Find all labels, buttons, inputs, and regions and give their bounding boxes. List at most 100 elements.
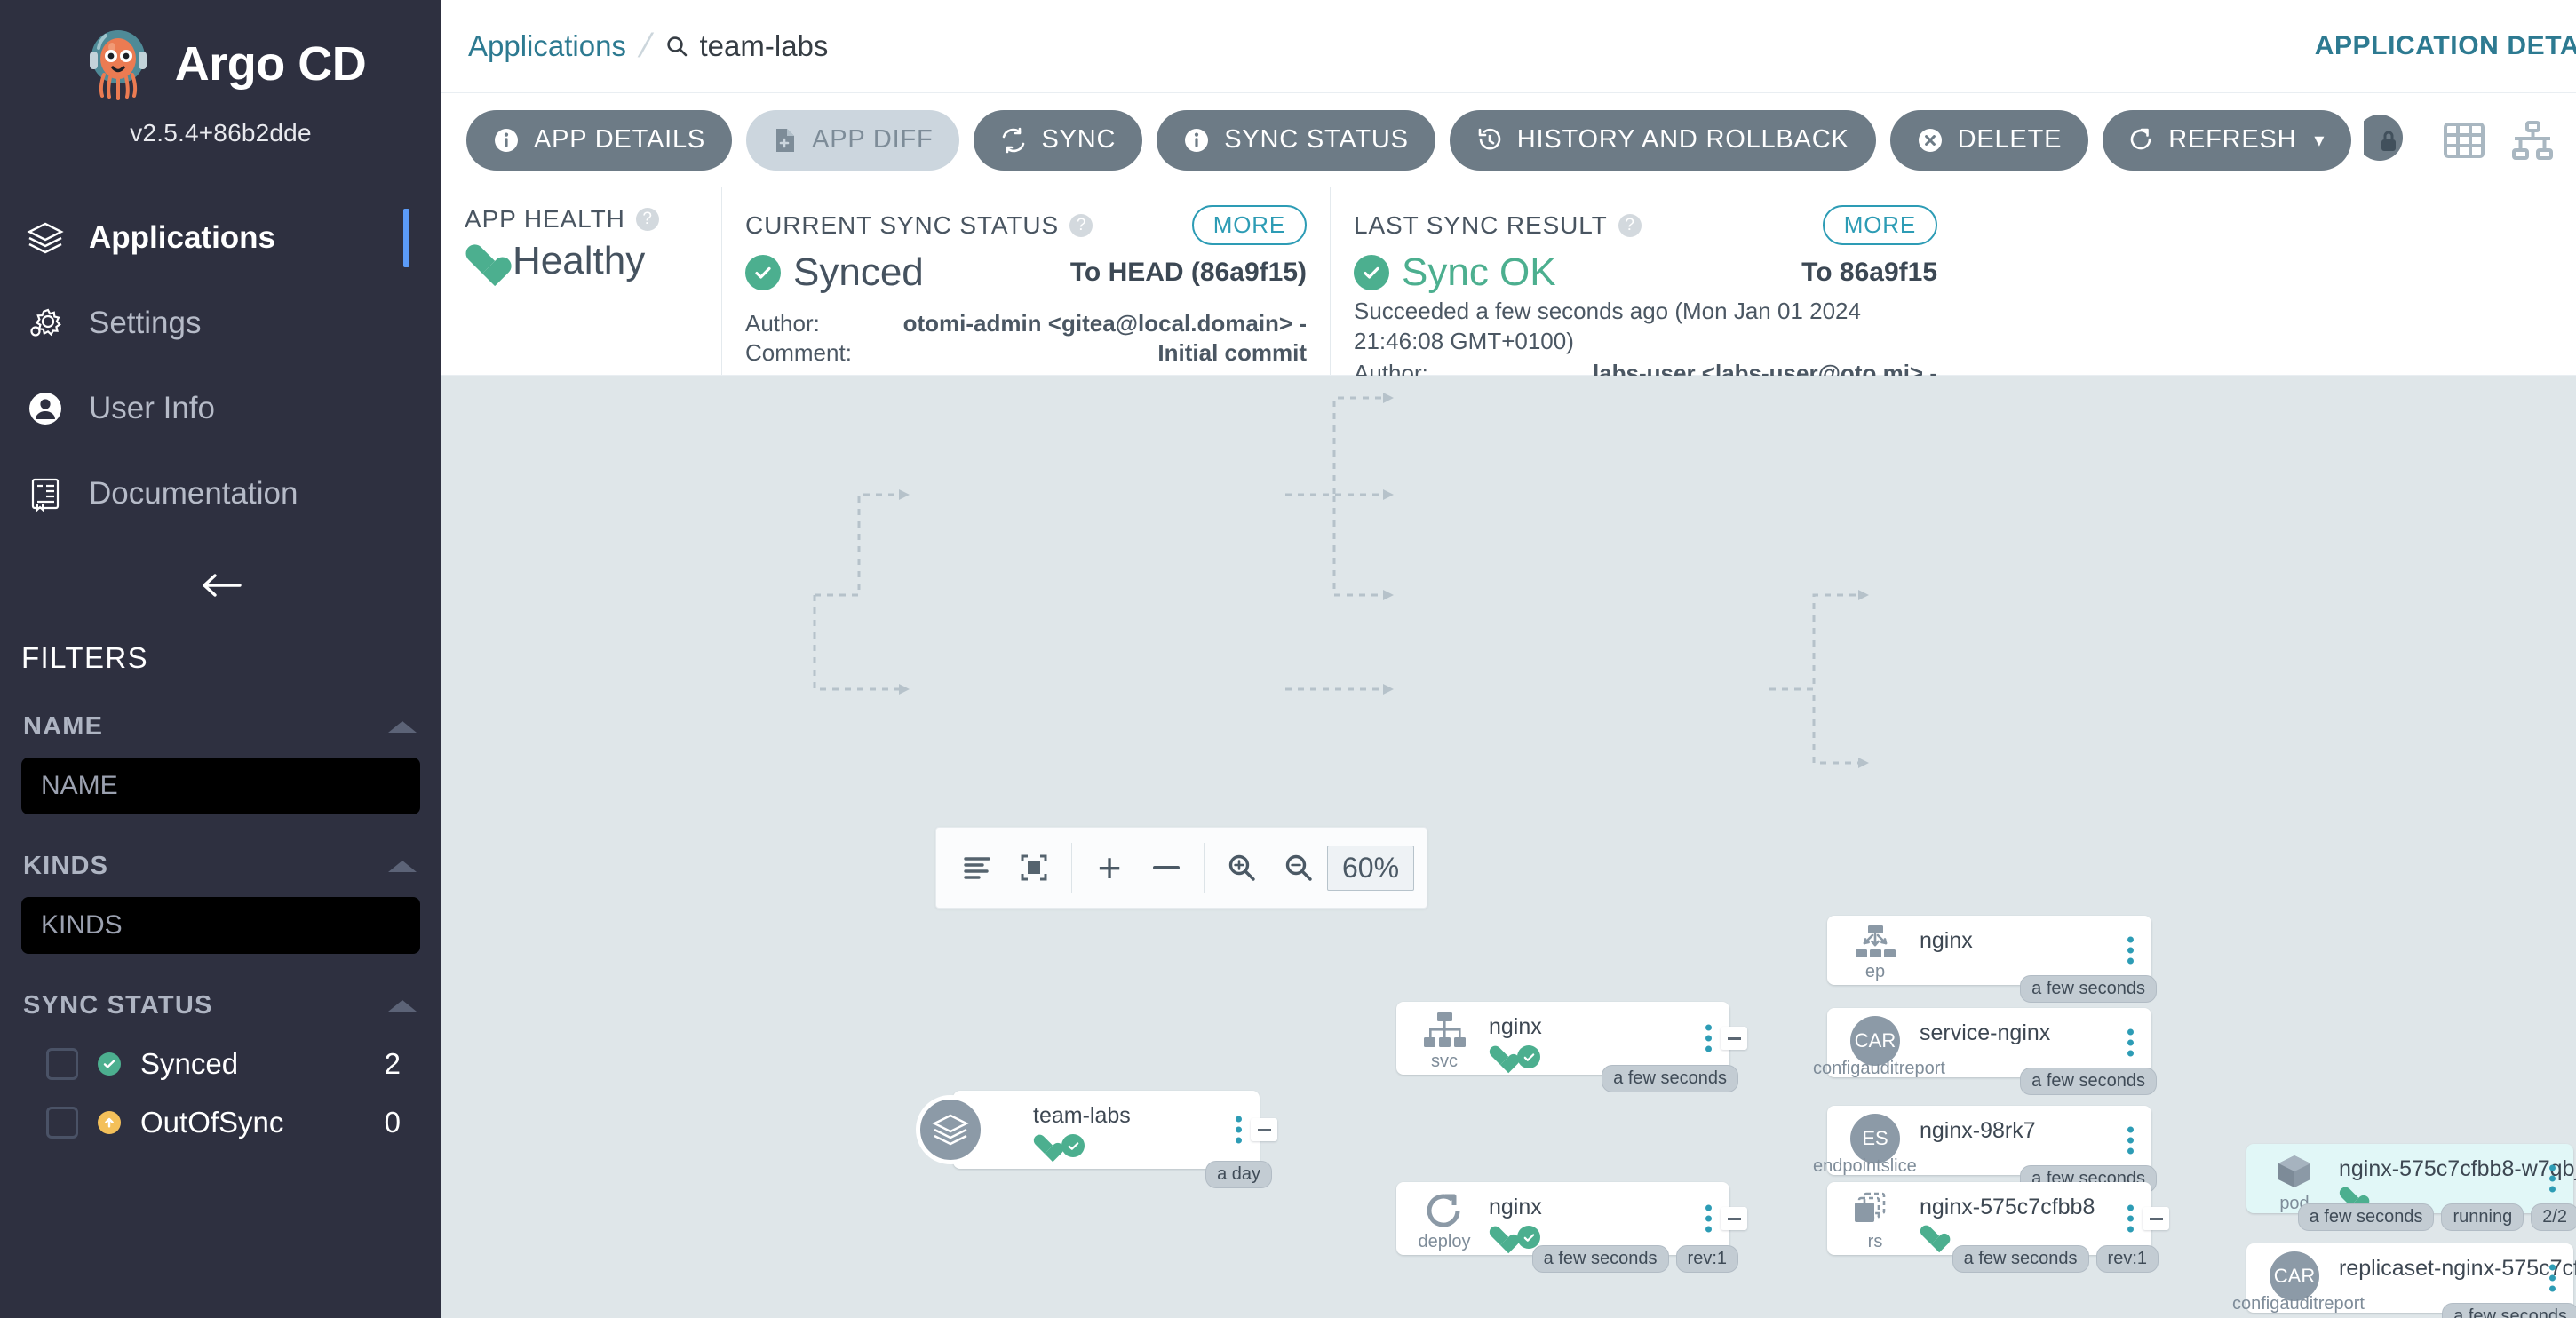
node-menu-button[interactable] xyxy=(1705,1024,1712,1052)
plus-icon[interactable]: + xyxy=(1081,841,1138,894)
node-tag: a few seconds xyxy=(2020,975,2157,1003)
sidebar-item-applications[interactable]: Applications xyxy=(0,195,441,281)
tree-node-deployment[interactable]: deploy nginx a few seconds rev:1 xyxy=(1396,1182,1747,1273)
minus-icon[interactable] xyxy=(1138,841,1195,894)
node-tags: a few seconds xyxy=(2442,1303,2576,1318)
deployment-icon: deploy xyxy=(1412,1191,1476,1252)
filter-row-synced[interactable]: Synced 2 xyxy=(21,1035,420,1093)
tree-node-pod[interactable]: pod nginx-575c7cfbb8-w7qbj a few seconds… xyxy=(2246,1144,2576,1231)
question-mark-icon[interactable]: ? xyxy=(635,208,659,231)
button-label: HISTORY AND ROLLBACK xyxy=(1516,125,1849,154)
arrow-left-icon xyxy=(197,568,245,603)
outofsync-checkbox[interactable] xyxy=(46,1107,78,1139)
node-status-icons xyxy=(1920,1226,2151,1247)
fit-to-screen-icon[interactable] xyxy=(1006,841,1062,894)
refresh-button[interactable]: REFRESH ▾ xyxy=(2103,109,2352,171)
author-row: Author: otomi-admin <gitea@local.domain>… xyxy=(745,309,1307,338)
node-name: team-labs xyxy=(1033,1103,1131,1128)
check-circle-icon xyxy=(1517,1045,1540,1068)
node-menu-button[interactable] xyxy=(2127,1028,2134,1057)
check-circle-icon xyxy=(1354,255,1389,290)
node-tag: a few seconds xyxy=(2442,1303,2576,1318)
button-label: DELETE xyxy=(1957,125,2063,154)
last-sync-more-button[interactable]: MORE xyxy=(1822,205,1937,245)
node-tag: rev:1 xyxy=(1675,1245,1738,1273)
node-kind: configauditreport xyxy=(2232,1294,2365,1314)
brand[interactable]: Argo CD xyxy=(0,0,441,107)
node-collapse-button[interactable] xyxy=(1251,1118,1277,1141)
node-kind: rs xyxy=(1867,1232,1883,1251)
node-menu-button[interactable] xyxy=(2127,1126,2134,1155)
tree-node-endpointslice[interactable]: ES nginx-98rk7 endpointslice a few secon… xyxy=(1813,1106,2157,1193)
panel-title: CURRENT SYNC STATUS xyxy=(745,210,1060,239)
tree-node-application[interactable]: team-labs a day xyxy=(916,1091,1277,1188)
tree-node-endpoints[interactable]: ep nginx a few seconds xyxy=(1827,916,2157,1003)
button-label: REFRESH xyxy=(2168,125,2297,154)
sync-button[interactable]: SYNC xyxy=(974,109,1143,171)
name-filter-input[interactable] xyxy=(21,758,420,814)
kinds-filter-input[interactable] xyxy=(21,897,420,954)
node-main: team-labs xyxy=(953,1091,1260,1157)
zoom-out-icon[interactable] xyxy=(1270,841,1327,894)
tree-node-configauditreport-replicaset[interactable]: CAR replicaset-nginx-575c7cfbb8 configau… xyxy=(2232,1243,2576,1318)
heart-icon xyxy=(465,245,500,277)
question-mark-icon[interactable]: ? xyxy=(1069,213,1093,237)
filter-group-label: KINDS xyxy=(23,852,109,880)
button-label: SYNC xyxy=(1041,125,1117,154)
graph-toolbar: + 60% xyxy=(935,827,1428,909)
synced-checkbox[interactable] xyxy=(46,1048,78,1080)
node-menu-button[interactable] xyxy=(2127,936,2134,965)
app-diff-button[interactable]: APP DIFF xyxy=(746,109,960,171)
node-menu-button[interactable] xyxy=(2549,1164,2556,1193)
button-label: SYNC STATUS xyxy=(1224,125,1409,154)
app-health-value: Healthy xyxy=(513,239,646,282)
last-sync-revision: To 86a9f15 xyxy=(1801,258,1937,287)
sync-status-button[interactable]: SYNC STATUS xyxy=(1157,109,1435,171)
file-diff-icon xyxy=(773,127,798,154)
align-left-icon[interactable] xyxy=(949,841,1006,894)
node-body: deploy nginx xyxy=(1396,1182,1747,1255)
sidebar-item-user-info[interactable]: User Info xyxy=(0,366,441,451)
node-name: nginx-575c7cfbb8 xyxy=(1920,1195,2095,1219)
panel-header: LAST SYNC RESULT ? MORE xyxy=(1354,205,1937,245)
question-mark-icon[interactable]: ? xyxy=(1618,213,1642,237)
filter-group-name: NAME xyxy=(0,712,441,814)
layers-icon xyxy=(25,218,66,258)
node-tag: a few seconds xyxy=(1531,1245,1669,1273)
tree-node-configauditreport-service[interactable]: CAR service-nginx configauditreport a fe… xyxy=(1813,1008,2157,1095)
node-body: team-labs xyxy=(916,1091,1277,1169)
filter-row-outofsync[interactable]: OutOfSync 0 xyxy=(21,1093,420,1152)
network-tree-view-icon[interactable] xyxy=(2509,118,2556,163)
node-collapse-button[interactable] xyxy=(1721,1207,1747,1230)
zoom-in-icon[interactable] xyxy=(1213,841,1270,894)
node-tag: a few seconds xyxy=(2297,1203,2435,1231)
node-menu-button[interactable] xyxy=(1236,1116,1242,1144)
book-icon xyxy=(25,474,66,513)
app-details-button[interactable]: APP DETAILS xyxy=(466,109,733,171)
current-sync-more-button[interactable]: MORE xyxy=(1191,205,1307,245)
tree-node-replicaset[interactable]: rs nginx-575c7cfbb8 a few seconds rev:1 xyxy=(1827,1182,2169,1273)
chevron-up-icon[interactable] xyxy=(388,721,417,733)
tiles-view-icon[interactable] xyxy=(2442,118,2486,163)
node-menu-button[interactable] xyxy=(1705,1204,1712,1233)
node-collapse-button[interactable] xyxy=(2143,1207,2169,1230)
author-label: Author: xyxy=(745,310,820,337)
tree-node-service[interactable]: svc nginx a few seconds xyxy=(1396,1002,1747,1092)
delete-button[interactable]: DELETE xyxy=(1889,109,2089,171)
sidebar-nav: Applications Settings User Info Document… xyxy=(0,195,441,634)
node-menu-button[interactable] xyxy=(2549,1264,2556,1292)
breadcrumb-applications-link[interactable]: Applications xyxy=(468,29,626,63)
application-details-tree-link[interactable]: APPLICATION DETAILS TREE xyxy=(2315,31,2576,61)
node-collapse-button[interactable] xyxy=(1721,1027,1747,1050)
resource-tree-canvas[interactable]: + 60% team-labs a day svc nginx a few se… xyxy=(441,376,2576,1318)
chevron-up-icon[interactable] xyxy=(388,861,417,872)
sidebar-item-settings[interactable]: Settings xyxy=(0,281,441,366)
sidebar-collapse-button[interactable] xyxy=(0,536,441,634)
filter-row-label: OutOfSync xyxy=(140,1106,284,1139)
chevron-up-icon[interactable] xyxy=(388,1000,417,1012)
sidebar-item-documentation[interactable]: Documentation xyxy=(0,451,441,536)
history-and-rollback-button[interactable]: HISTORY AND ROLLBACK xyxy=(1449,109,1876,171)
node-menu-button[interactable] xyxy=(2127,1204,2134,1233)
panel-title: APP HEALTH xyxy=(465,205,625,233)
zoom-level-value[interactable]: 60% xyxy=(1327,845,1415,891)
